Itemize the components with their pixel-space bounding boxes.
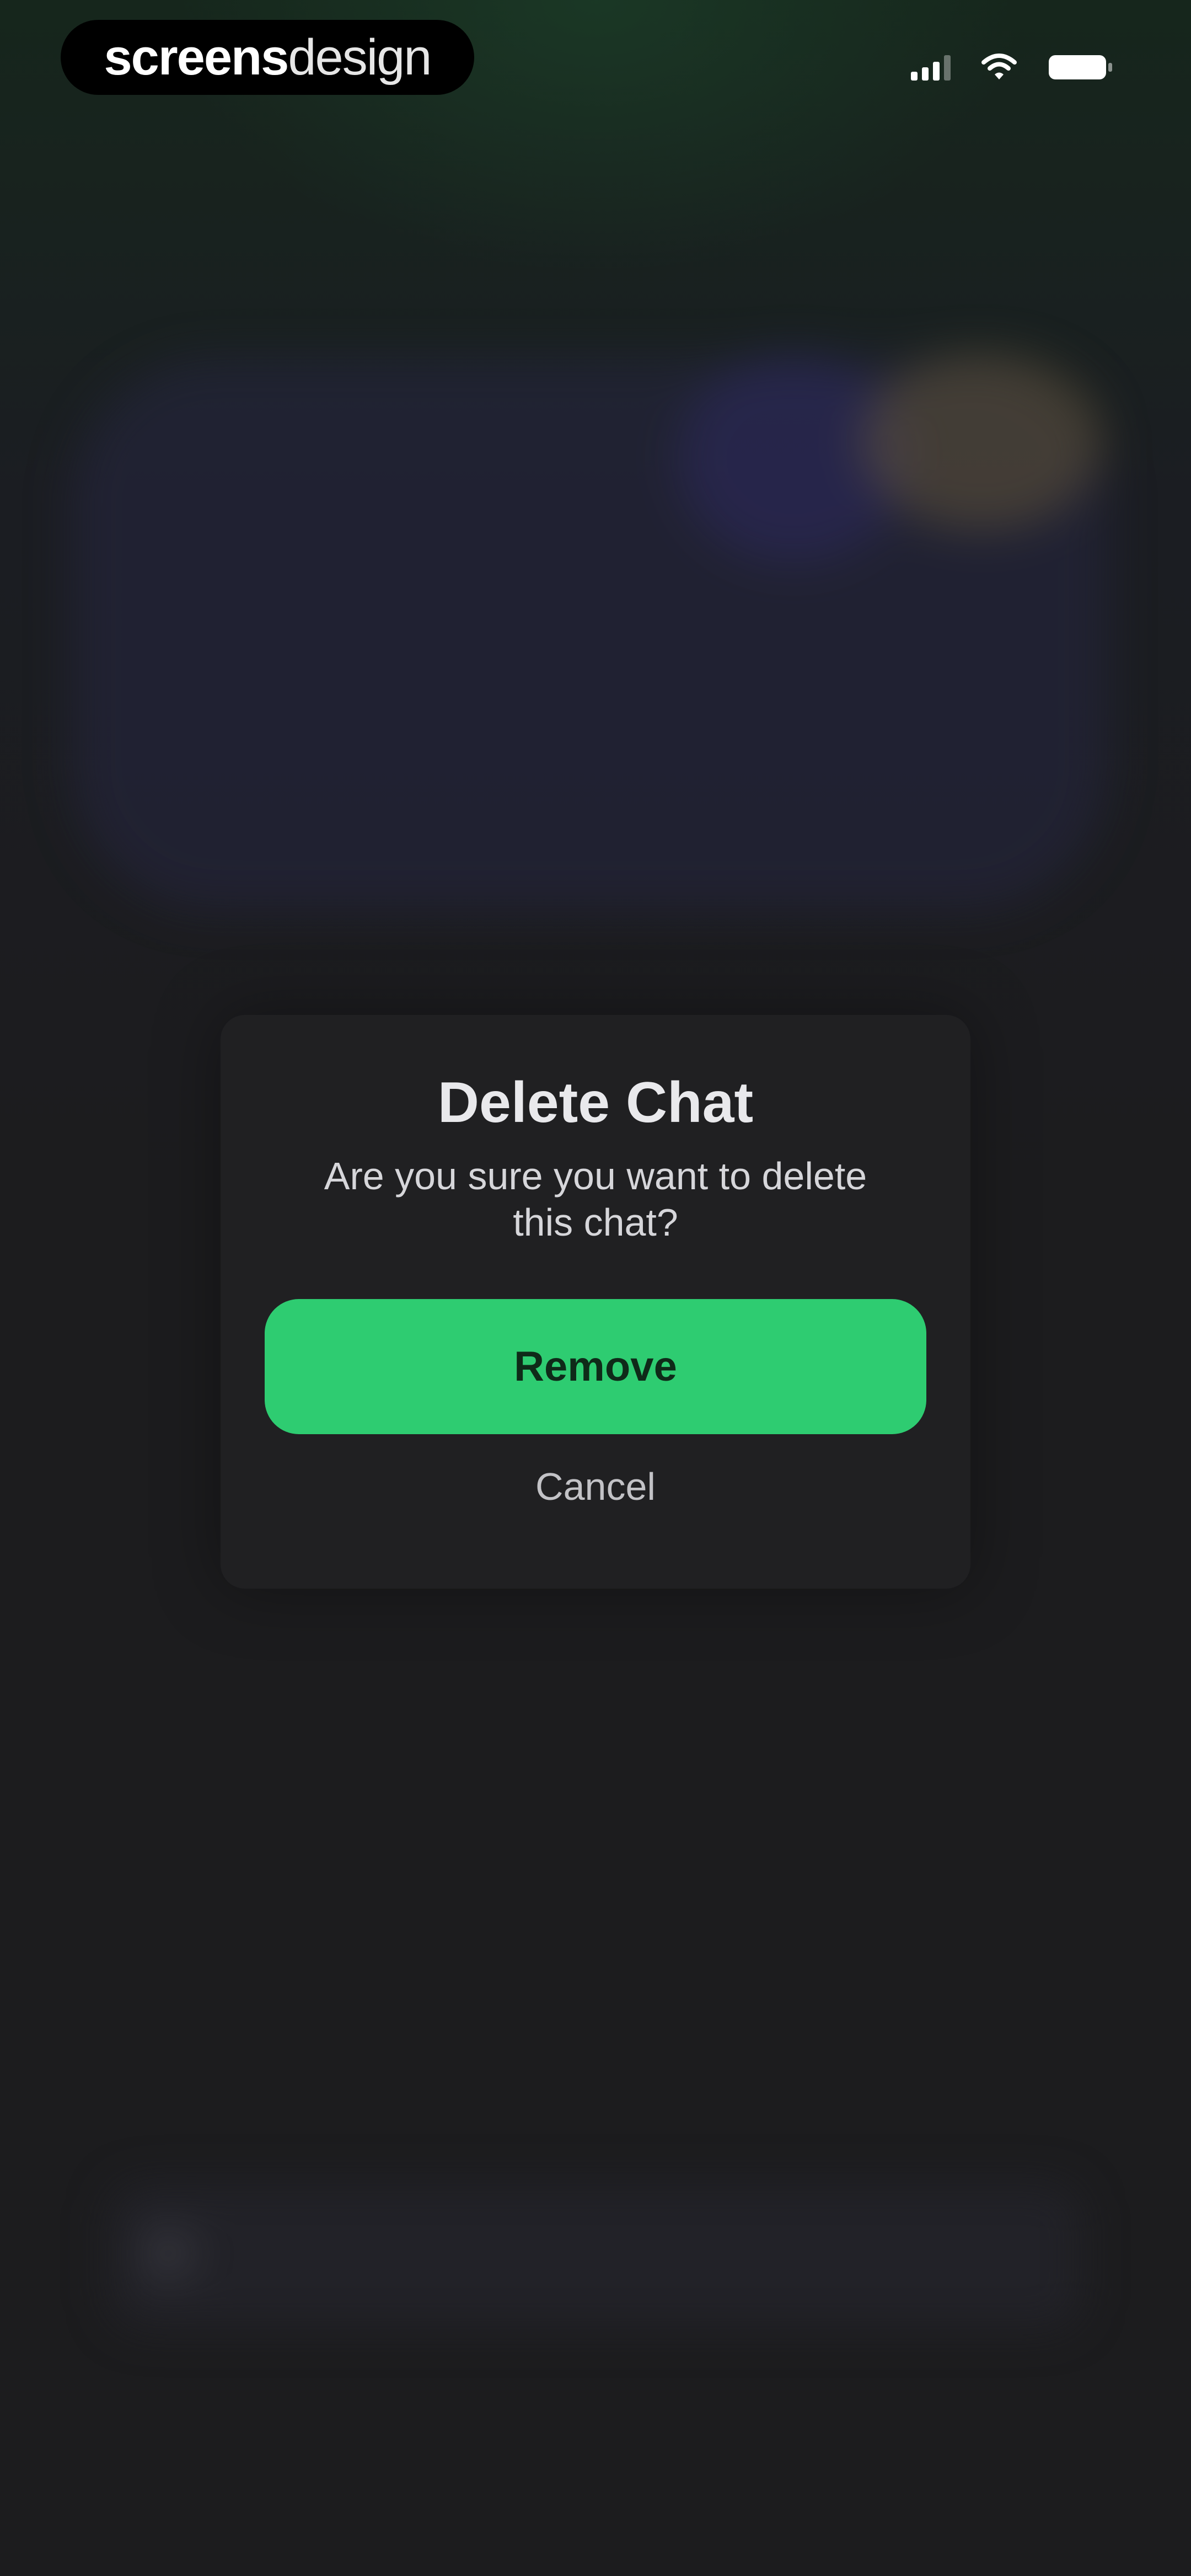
cancel-button[interactable]: Cancel	[221, 1465, 970, 1509]
background-icon	[143, 2228, 193, 2278]
dialog-message: Are you sure you want to delete this cha…	[324, 1155, 867, 1244]
app-screen: screens design Delete Chat Are you sure y…	[0, 0, 1191, 2576]
brand-logo-light: design	[288, 29, 432, 85]
brand-logo-bold: screens	[104, 29, 289, 85]
background-orb	[678, 353, 910, 563]
background-orb	[860, 353, 1103, 530]
brand-logo: screens design	[61, 20, 474, 95]
delete-chat-dialog: Delete Chat Are you sure you want to del…	[221, 1015, 970, 1589]
dialog-title: Delete Chat	[437, 1071, 754, 1135]
wifi-icon	[981, 54, 1017, 79]
background-input-bar	[110, 2184, 1081, 2328]
status-icons	[911, 51, 1114, 84]
battery-icon	[1049, 55, 1112, 79]
signal-icon	[911, 54, 951, 81]
remove-button[interactable]: Remove	[265, 1299, 926, 1434]
background-card	[72, 359, 1108, 910]
